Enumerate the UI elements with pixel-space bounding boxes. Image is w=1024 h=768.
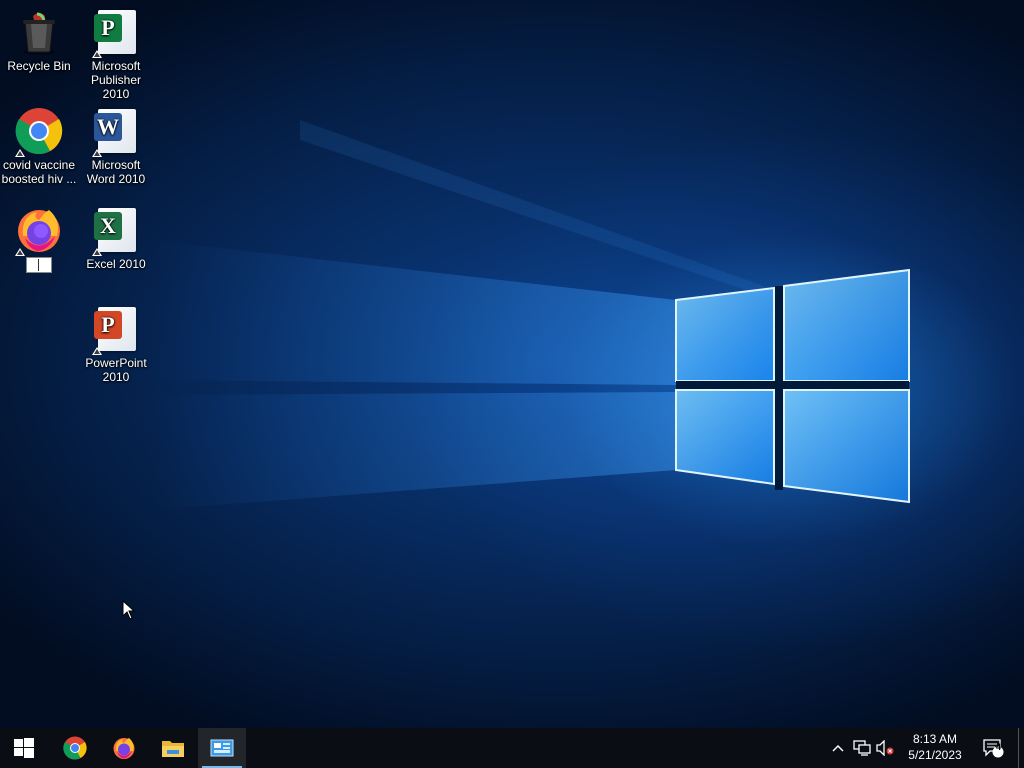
folder-icon: [162, 741, 184, 757]
excel-icon: X: [92, 206, 140, 256]
desktop-icon-label: Recycle Bin: [7, 59, 71, 73]
clock-date: 5/21/2023: [908, 748, 962, 762]
taskbar-clock[interactable]: 8:13 AM 5/21/2023: [894, 728, 976, 768]
taskbar-chrome[interactable]: [51, 728, 99, 768]
shortcut-arrow-icon: [15, 149, 25, 157]
action-center-button[interactable]: 4: [978, 728, 1008, 768]
powerpoint-letter: P: [94, 311, 122, 339]
desktop-icon-label: Microsoft Word 2010: [86, 158, 146, 186]
show-desktop-button[interactable]: [1018, 728, 1024, 768]
excel-letter: X: [94, 212, 122, 240]
desktop-icon-firefox-shortcut[interactable]: [1, 206, 77, 273]
desktop-icon-powerpoint[interactable]: P PowerPoint 2010: [78, 305, 154, 384]
chrome-icon: [63, 736, 87, 760]
word-letter: W: [94, 113, 122, 141]
remote-desktop-icon: [210, 739, 234, 757]
desktop-icon-publisher[interactable]: P Microsoft Publisher 2010: [78, 8, 154, 101]
shortcut-arrow-icon: [92, 149, 102, 157]
desktop-icon-word[interactable]: W Microsoft Word 2010: [78, 107, 154, 186]
desktop-icon-label: Microsoft Publisher 2010: [90, 59, 142, 101]
shortcut-arrow-icon: [92, 347, 102, 355]
desktop-icon-label: covid vaccine boosted hiv ...: [1, 158, 77, 186]
taskbar-remote-desktop[interactable]: [198, 728, 246, 768]
taskbar: 8:13 AM 5/21/2023 4: [0, 728, 1024, 768]
chrome-icon: [15, 107, 63, 157]
unnamed-label-box: [26, 257, 52, 273]
firefox-icon: [15, 206, 63, 256]
powerpoint-icon: P: [92, 305, 140, 355]
desktop-icon-recycle-bin[interactable]: Recycle Bin: [1, 8, 77, 73]
word-icon: W: [92, 107, 140, 157]
shortcut-arrow-icon: [92, 248, 102, 256]
recycle-bin-icon: [15, 8, 63, 56]
taskbar-file-explorer[interactable]: [149, 728, 197, 768]
taskbar-firefox[interactable]: [100, 728, 148, 768]
volume-muted-icon[interactable]: [874, 728, 896, 768]
shortcut-arrow-icon: [92, 50, 102, 58]
network-icon[interactable]: [850, 728, 874, 768]
desktop-icon-chrome-shortcut[interactable]: covid vaccine boosted hiv ...: [1, 107, 77, 186]
firefox-icon: [113, 738, 135, 759]
desktop[interactable]: Recycle Bin P Microsoft Publisher 2010 c…: [0, 0, 1024, 728]
clock-time: 8:13 AM: [912, 732, 958, 746]
notification-count-badge: 4: [995, 742, 1001, 752]
publisher-icon: P: [92, 8, 140, 58]
start-button[interactable]: [0, 728, 48, 768]
desktop-icon-label: PowerPoint 2010: [85, 356, 147, 384]
mouse-cursor-icon: [122, 600, 136, 620]
desktop-icon-excel[interactable]: X Excel 2010: [78, 206, 154, 271]
publisher-letter: P: [94, 14, 122, 42]
shortcut-arrow-icon: [15, 248, 25, 256]
desktop-icon-label: Excel 2010: [86, 257, 146, 271]
windows-logo-icon: [14, 738, 34, 758]
show-hidden-icons-chevron-up-icon[interactable]: [828, 728, 848, 768]
